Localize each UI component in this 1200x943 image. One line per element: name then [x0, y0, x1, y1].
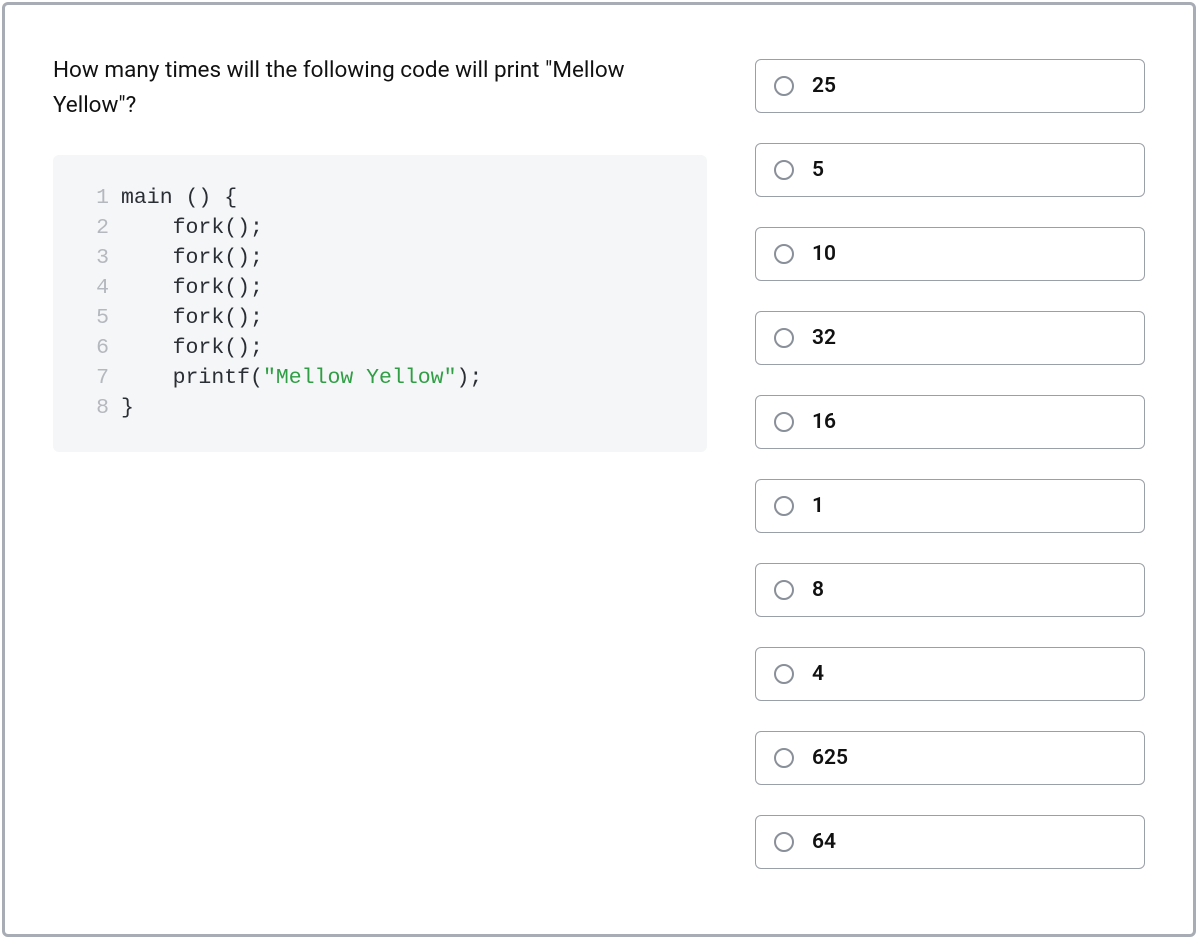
answer-option-label: 8 [812, 578, 824, 602]
answer-option[interactable]: 25 [755, 59, 1145, 113]
line-number: 1 [81, 183, 109, 213]
code-content: fork(); [121, 333, 263, 363]
answer-option-label: 10 [812, 242, 836, 266]
code-content: main () { [121, 183, 237, 213]
code-line: 1 main () { [81, 183, 679, 213]
code-content: fork(); [121, 213, 263, 243]
line-number: 8 [81, 393, 109, 423]
answer-option[interactable]: 625 [755, 731, 1145, 785]
code-line: 8} [81, 393, 679, 423]
question-prompt: How many times will the following code w… [53, 53, 707, 123]
code-content: fork(); [121, 303, 263, 333]
radio-icon [774, 664, 794, 684]
radio-icon [774, 160, 794, 180]
line-number: 7 [81, 363, 109, 393]
line-number: 4 [81, 273, 109, 303]
answer-option[interactable]: 5 [755, 143, 1145, 197]
code-line: 6 fork(); [81, 333, 679, 363]
answer-option[interactable]: 4 [755, 647, 1145, 701]
code-line: 5 fork(); [81, 303, 679, 333]
question-left-column: How many times will the following code w… [53, 53, 707, 886]
line-number: 5 [81, 303, 109, 333]
line-number: 2 [81, 213, 109, 243]
radio-icon [774, 76, 794, 96]
answer-option-label: 5 [812, 158, 824, 182]
radio-icon [774, 496, 794, 516]
code-line: 7 printf("Mellow Yellow"); [81, 363, 679, 393]
answer-option-label: 25 [812, 74, 836, 98]
question-card: How many times will the following code w… [2, 2, 1196, 937]
answer-option[interactable]: 8 [755, 563, 1145, 617]
answer-option[interactable]: 64 [755, 815, 1145, 869]
code-content: fork(); [121, 243, 263, 273]
answer-option[interactable]: 16 [755, 395, 1145, 449]
line-number: 3 [81, 243, 109, 273]
radio-icon [774, 412, 794, 432]
radio-icon [774, 748, 794, 768]
code-content: fork(); [121, 273, 263, 303]
answer-option-label: 16 [812, 410, 836, 434]
radio-icon [774, 832, 794, 852]
code-line: 3 fork(); [81, 243, 679, 273]
answer-option[interactable]: 32 [755, 311, 1145, 365]
code-content: } [121, 393, 134, 423]
code-line: 4 fork(); [81, 273, 679, 303]
line-number: 6 [81, 333, 109, 363]
answer-option-label: 32 [812, 326, 836, 350]
radio-icon [774, 580, 794, 600]
answer-option-label: 64 [812, 830, 836, 854]
answer-options: 25 5 10 32 16 1 8 4 [755, 53, 1145, 886]
answer-option[interactable]: 10 [755, 227, 1145, 281]
answer-option[interactable]: 1 [755, 479, 1145, 533]
code-content: printf("Mellow Yellow"); [121, 363, 482, 393]
answer-option-label: 1 [812, 494, 824, 518]
code-block: 1 main () { 2 fork(); 3 fork(); 4 fork();… [53, 155, 707, 452]
answer-option-label: 625 [812, 746, 848, 770]
code-line: 2 fork(); [81, 213, 679, 243]
answer-option-label: 4 [812, 662, 824, 686]
radio-icon [774, 244, 794, 264]
radio-icon [774, 328, 794, 348]
